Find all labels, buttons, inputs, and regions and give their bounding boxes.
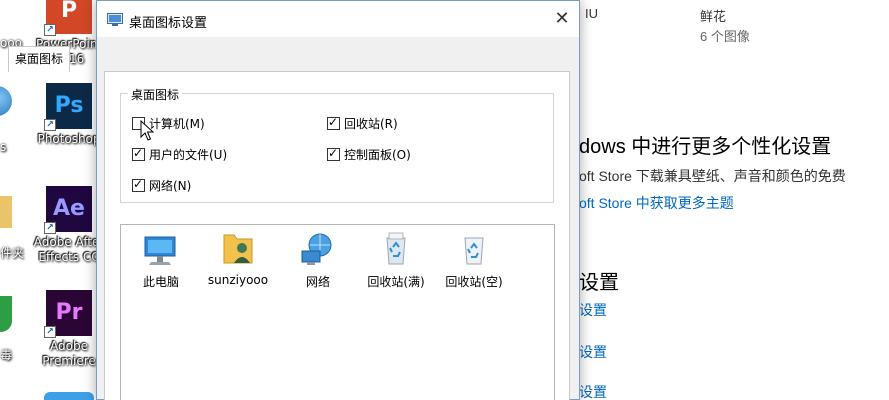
checkbox-label: 控制面板(O) <box>344 148 411 162</box>
photoshop-icon: Ps ↗ <box>44 83 92 131</box>
theme-image-count: 6 个图像 <box>700 29 750 44</box>
icon-preview-list[interactable]: 此电脑 sunziyooo 网络 回收站(满) 回收站(空) <box>120 224 555 400</box>
icon-label: sunziyooo <box>207 273 269 287</box>
aftereffects-icon: Ae ↗ <box>44 186 92 234</box>
close-button[interactable]: ✕ <box>545 1 579 37</box>
desktop-folder-icon[interactable] <box>0 196 12 228</box>
icon-label: 此电脑 <box>142 275 179 289</box>
checkbox-label: 网络(N) <box>149 179 192 193</box>
checkbox-recycle-bin[interactable]: 回收站(R) <box>327 115 398 132</box>
related-setting-link[interactable]: 设置 <box>579 342 607 362</box>
icon-item-user-folder[interactable]: sunziyooo <box>203 225 273 287</box>
checkbox-box[interactable] <box>132 146 145 161</box>
icon-label: 网络 <box>305 275 330 289</box>
related-settings-heading: 设置 <box>579 272 619 294</box>
title-bar[interactable]: 桌面图标设置 ✕ <box>97 1 579 37</box>
checkbox-label: 计算机(M) <box>149 117 205 131</box>
checkbox-user-files[interactable]: 用户的文件(U) <box>132 146 227 163</box>
desktop-partial-icon[interactable] <box>44 392 94 400</box>
computer-icon <box>144 236 176 265</box>
recycle-bin-full-icon <box>386 232 406 265</box>
checkbox-box[interactable] <box>327 146 340 161</box>
mouse-cursor-icon <box>140 120 154 141</box>
checkbox-control-panel[interactable]: 控制面板(O) <box>327 146 411 163</box>
user-folder-icon <box>223 234 253 264</box>
related-setting-link[interactable]: 设置 <box>579 382 607 400</box>
icon-item-recycle-full[interactable]: 回收站(满) <box>361 225 431 290</box>
theme-name[interactable]: 鲜花 <box>700 6 726 25</box>
checkbox-network[interactable]: 网络(N) <box>132 177 191 194</box>
recycle-bin-empty-icon <box>464 237 484 265</box>
premiere-icon: Pr ↗ <box>44 290 92 338</box>
group-title: 桌面图标 <box>128 86 183 103</box>
close-icon: ✕ <box>554 8 570 29</box>
icon-item-this-pc[interactable]: 此电脑 <box>126 225 196 290</box>
checkbox-box[interactable] <box>327 115 340 130</box>
personalization-settings-page: IU 鲜花 6 个图像 dows 中进行更多个性化设置 oft Store 下载… <box>579 0 889 400</box>
desktop-label-partial: s <box>0 140 7 154</box>
dialog-title: 桌面图标设置 <box>129 16 208 31</box>
icon-label: 回收站(空) <box>445 275 503 289</box>
checkbox-label: 回收站(R) <box>344 117 398 131</box>
related-setting-link[interactable]: 设置 <box>579 300 607 320</box>
desktop-label-partial: 件夹 <box>0 246 25 260</box>
checkbox-label: 用户的文件(U) <box>149 148 228 162</box>
powerpoint-icon: P ↗ <box>44 0 92 36</box>
checkbox-box[interactable] <box>132 177 145 192</box>
desktop-globe-icon[interactable] <box>0 86 12 116</box>
desktop-settings-icon <box>107 13 123 26</box>
desktop-shield-icon[interactable] <box>0 296 12 332</box>
store-link[interactable]: oft Store 中获取更多主题 <box>579 193 734 213</box>
section-heading: dows 中进行更多个性化设置 <box>579 136 832 158</box>
tab-desktop-icons[interactable]: 桌面图标 <box>8 46 71 72</box>
theme-name-partial: IU <box>585 6 598 21</box>
icon-item-recycle-empty[interactable]: 回收站(空) <box>439 225 509 290</box>
network-icon <box>301 233 332 265</box>
icon-item-network[interactable]: 网络 <box>283 225 353 290</box>
store-description: oft Store 下载兼具壁纸、声音和颜色的免费 <box>579 168 846 184</box>
desktop-label-partial: 毒 <box>0 348 13 362</box>
icon-label: 回收站(满) <box>367 275 425 289</box>
